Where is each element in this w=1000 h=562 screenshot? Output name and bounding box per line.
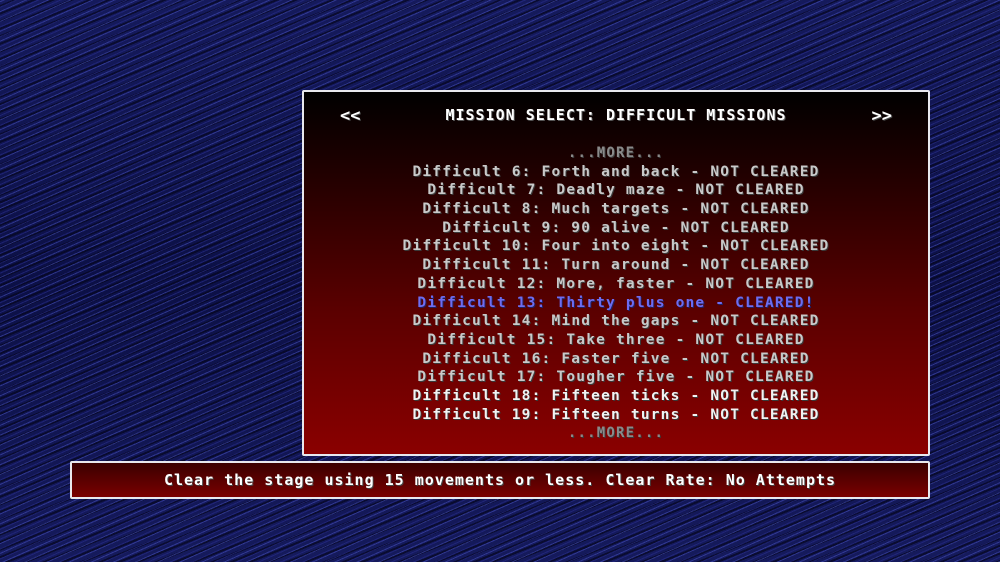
mission-item-difficult-19[interactable]: Difficult 19: Fifteen turns - NOT CLEARE… [304,406,928,425]
mission-list: ...MORE... Difficult 6: Forth and back -… [304,144,928,443]
mission-item-difficult-9[interactable]: Difficult 9: 90 alive - NOT CLEARED [304,219,928,238]
more-below-indicator[interactable]: ...MORE... [304,424,928,443]
mission-item-difficult-15[interactable]: Difficult 15: Take three - NOT CLEARED [304,331,928,350]
mission-item-difficult-11[interactable]: Difficult 11: Turn around - NOT CLEARED [304,256,928,275]
mission-item-difficult-7[interactable]: Difficult 7: Deadly maze - NOT CLEARED [304,181,928,200]
mission-item-difficult-10[interactable]: Difficult 10: Four into eight - NOT CLEA… [304,237,928,256]
mission-item-difficult-17[interactable]: Difficult 17: Tougher five - NOT CLEARED [304,368,928,387]
mission-select-panel: << MISSION SELECT: DIFFICULT MISSIONS >>… [302,90,930,456]
panel-header: << MISSION SELECT: DIFFICULT MISSIONS >> [304,106,928,128]
mission-item-difficult-12[interactable]: Difficult 12: More, faster - NOT CLEARED [304,275,928,294]
mission-item-difficult-6[interactable]: Difficult 6: Forth and back - NOT CLEARE… [304,163,928,182]
mission-item-difficult-14[interactable]: Difficult 14: Mind the gaps - NOT CLEARE… [304,312,928,331]
more-above-indicator[interactable]: ...MORE... [304,144,928,163]
mission-description-bar: Clear the stage using 15 movements or le… [70,461,930,499]
page-title: MISSION SELECT: DIFFICULT MISSIONS [445,106,787,124]
mission-item-difficult-8[interactable]: Difficult 8: Much targets - NOT CLEARED [304,200,928,219]
mission-item-difficult-16[interactable]: Difficult 16: Faster five - NOT CLEARED [304,350,928,369]
mission-item-difficult-13-selected[interactable]: Difficult 13: Thirty plus one - CLEARED! [304,294,928,313]
mission-item-difficult-18[interactable]: Difficult 18: Fifteen ticks - NOT CLEARE… [304,387,928,406]
next-category-arrow[interactable]: >> [872,106,892,126]
